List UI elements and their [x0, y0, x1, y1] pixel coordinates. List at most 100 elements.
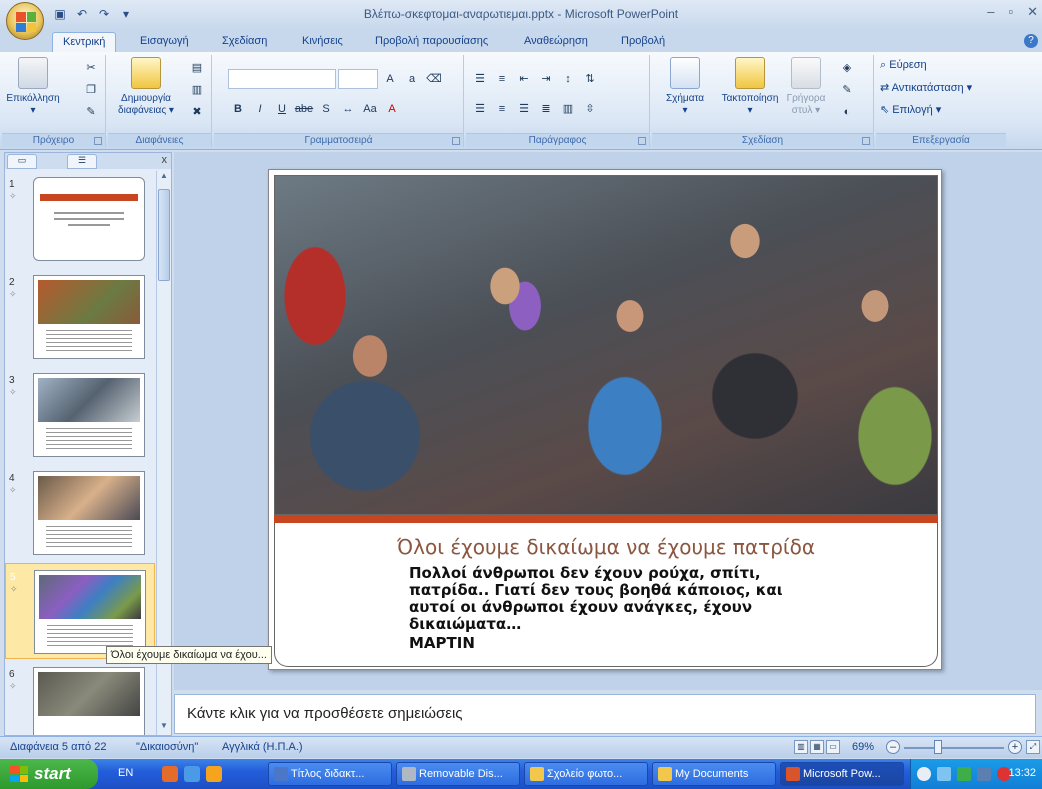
- scroll-down-icon[interactable]: ▼: [158, 721, 170, 735]
- font-color-icon[interactable]: A: [382, 99, 402, 119]
- office-button[interactable]: [6, 2, 44, 40]
- network-icon[interactable]: [937, 767, 951, 781]
- justify-icon[interactable]: ≣: [536, 99, 556, 119]
- align-center-icon[interactable]: ≡: [492, 99, 512, 119]
- tab-view[interactable]: Προβολή: [621, 35, 665, 47]
- shape-outline-icon[interactable]: ✎: [838, 81, 856, 99]
- clipboard-launcher[interactable]: [94, 137, 102, 145]
- help-icon[interactable]: ?: [1024, 34, 1038, 48]
- tab-insert[interactable]: Εισαγωγή: [140, 35, 189, 47]
- paste-button[interactable]: Επικόλληση ▾: [6, 57, 60, 117]
- tab-review[interactable]: Αναθεώρηση: [524, 35, 588, 47]
- bold-icon[interactable]: B: [228, 99, 248, 119]
- zoom-level[interactable]: 69%: [852, 741, 874, 753]
- slide-thumbnail-2[interactable]: 2 ✧: [5, 269, 155, 365]
- strikethrough-icon[interactable]: abe: [294, 99, 314, 119]
- media-player-icon[interactable]: [206, 766, 222, 782]
- scroll-up-icon[interactable]: ▲: [158, 171, 170, 185]
- delete-slide-icon[interactable]: ✖: [188, 103, 206, 121]
- current-slide[interactable]: Όλοι έχουμε δικαίωμα να έχουμε πατρίδα Π…: [268, 169, 942, 670]
- drawing-launcher[interactable]: [862, 137, 870, 145]
- slide-photo[interactable]: [274, 175, 938, 515]
- increase-indent-icon[interactable]: ⇥: [536, 69, 556, 89]
- grow-font-icon[interactable]: A: [380, 69, 400, 89]
- slide-sorter-icon[interactable]: ▦: [810, 740, 824, 754]
- replace-button[interactable]: ⇄ Αντικατάσταση ▾: [880, 81, 972, 94]
- taskbar-button-4[interactable]: My Documents: [652, 762, 776, 786]
- tab-animations[interactable]: Κινήσεις: [302, 35, 343, 47]
- zoom-in-icon[interactable]: +: [1008, 740, 1022, 754]
- close-icon[interactable]: ✕: [1027, 4, 1038, 20]
- taskbar-button-3[interactable]: Σχολείο φωτο...: [524, 762, 648, 786]
- scrollbar-thumb[interactable]: [158, 189, 170, 281]
- pane-close-icon[interactable]: x: [162, 154, 168, 166]
- align-text-icon[interactable]: ⇳: [580, 99, 600, 119]
- arrange-button[interactable]: Τακτοποίηση ▾: [714, 57, 786, 117]
- shapes-button[interactable]: Σχήματα ▾: [654, 57, 716, 117]
- zoom-out-icon[interactable]: –: [886, 740, 900, 754]
- line-spacing-icon[interactable]: ↕: [558, 69, 578, 89]
- copy-icon[interactable]: ❐: [82, 81, 100, 99]
- zoom-slider-thumb[interactable]: [934, 740, 942, 754]
- shadow-icon[interactable]: S: [316, 99, 336, 119]
- font-launcher[interactable]: [452, 137, 460, 145]
- tab-home[interactable]: Κεντρική: [52, 32, 117, 53]
- find-button[interactable]: ⌕ Εύρεση: [880, 59, 927, 72]
- slide-thumbnail-1[interactable]: 1 ✧: [5, 171, 155, 267]
- shrink-font-icon[interactable]: a: [402, 69, 422, 89]
- language-indicator[interactable]: Αγγλικά (Η.Π.Α.): [222, 741, 303, 753]
- tray-arrow-icon[interactable]: [917, 767, 931, 781]
- decrease-indent-icon[interactable]: ⇤: [514, 69, 534, 89]
- align-right-icon[interactable]: ☰: [514, 99, 534, 119]
- minimize-icon[interactable]: –: [987, 4, 994, 20]
- bullets-icon[interactable]: ☰: [470, 69, 490, 89]
- align-left-icon[interactable]: ☰: [470, 99, 490, 119]
- slide-show-icon[interactable]: ▭: [826, 740, 840, 754]
- tab-design[interactable]: Σχεδίαση: [222, 35, 267, 47]
- start-button[interactable]: start: [0, 759, 98, 789]
- fit-to-window-icon[interactable]: ⤢: [1026, 740, 1040, 754]
- text-direction-icon[interactable]: ⇅: [580, 69, 600, 89]
- restore-icon[interactable]: ▫: [1008, 4, 1013, 20]
- theme-name[interactable]: "Δικαιοσύνη": [136, 741, 198, 753]
- change-case-icon[interactable]: Aa: [360, 99, 380, 119]
- outline-tab-icon[interactable]: ☰: [67, 154, 97, 169]
- quick-launch-icon-1[interactable]: [162, 766, 178, 782]
- italic-icon[interactable]: I: [250, 99, 270, 119]
- normal-view-icon[interactable]: ▥: [794, 740, 808, 754]
- quick-styles-button[interactable]: Γρήγορα στυλ ▾: [784, 57, 828, 117]
- language-bar[interactable]: EN: [118, 767, 133, 779]
- tab-slide-show[interactable]: Προβολή παρουσίασης: [375, 35, 488, 47]
- layout-icon[interactable]: ▤: [188, 59, 206, 77]
- slide-body-text[interactable]: Πολλοί άνθρωποι δεν έχουν ρούχα, σπίτι, …: [409, 565, 829, 652]
- internet-explorer-icon[interactable]: [184, 766, 200, 782]
- taskbar-button-5[interactable]: Microsoft Pow...: [780, 762, 904, 786]
- slides-tab-icon[interactable]: ▭: [7, 154, 37, 169]
- font-name-combo[interactable]: [228, 69, 336, 89]
- taskbar-button-1[interactable]: Τίτλος διδακτ...: [268, 762, 392, 786]
- reset-icon[interactable]: ▥: [188, 81, 206, 99]
- cut-icon[interactable]: ✂: [82, 59, 100, 77]
- taskbar-button-2[interactable]: Removable Dis...: [396, 762, 520, 786]
- slide-title[interactable]: Όλοι έχουμε δικαίωμα να έχουμε πατρίδα: [269, 535, 943, 559]
- slide-thumbnail-3[interactable]: 3 ✧: [5, 367, 155, 463]
- format-painter-icon[interactable]: ✎: [82, 103, 100, 121]
- slide-thumbnail-4[interactable]: 4 ✧: [5, 465, 155, 561]
- columns-icon[interactable]: ▥: [558, 99, 578, 119]
- slide-thumbnail-6[interactable]: 6 ✧: [5, 661, 155, 735]
- select-button[interactable]: ⇖ Επιλογή ▾: [880, 103, 941, 116]
- monitor-icon[interactable]: [977, 767, 991, 781]
- clear-format-icon[interactable]: ⌫: [424, 69, 444, 89]
- font-size-combo[interactable]: [338, 69, 378, 89]
- new-slide-button[interactable]: Δημιουργία διαφάνειας ▾: [114, 57, 178, 117]
- zoom-slider[interactable]: [904, 747, 1004, 749]
- paragraph-launcher[interactable]: [638, 137, 646, 145]
- spacing-icon[interactable]: ↔: [338, 99, 358, 119]
- shape-effects-icon[interactable]: ◐: [838, 103, 856, 121]
- notes-pane[interactable]: Κάντε κλικ για να προσθέσετε σημειώσεις: [174, 694, 1036, 734]
- underline-icon[interactable]: U: [272, 99, 292, 119]
- antivirus-icon[interactable]: [957, 767, 971, 781]
- numbering-icon[interactable]: ≡: [492, 69, 512, 89]
- shape-fill-icon[interactable]: ◈: [838, 59, 856, 77]
- slide-thumbnail-5[interactable]: 5 ✧: [5, 563, 155, 659]
